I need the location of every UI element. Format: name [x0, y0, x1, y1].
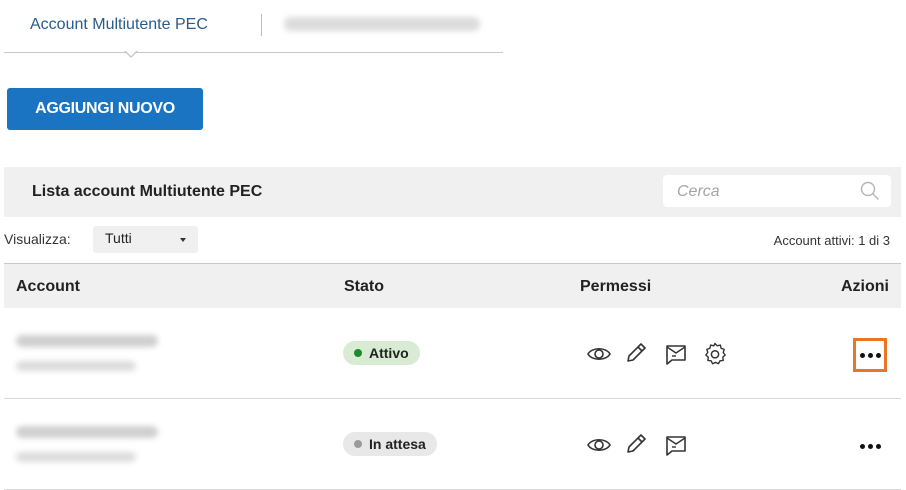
gear-icon: [705, 342, 726, 365]
more-actions-button[interactable]: [853, 429, 887, 463]
tab-bar: Account Multiutente PEC: [4, 0, 503, 58]
pencil-icon: [627, 434, 646, 453]
status-badge: Attivo: [343, 341, 420, 365]
tab-redacted[interactable]: [284, 17, 480, 31]
status-badge: In attesa: [343, 432, 437, 456]
column-header-account: Account: [16, 278, 80, 295]
filter-dropdown[interactable]: Tutti: [93, 226, 198, 253]
search-input[interactable]: [675, 181, 859, 203]
column-header-stato: Stato: [344, 278, 384, 295]
account-name-redacted: [16, 335, 158, 347]
tab-separator: [261, 14, 262, 36]
table-row: In attesa: [4, 399, 901, 490]
column-header-azioni: Azioni: [841, 278, 889, 295]
eye-icon: [587, 347, 611, 361]
list-header: Lista account Multiutente PEC: [4, 167, 901, 217]
account-id-redacted: [16, 361, 136, 371]
more-actions-button[interactable]: [853, 338, 887, 372]
search-box[interactable]: [663, 175, 891, 207]
filter-value: Tutti: [105, 230, 132, 246]
table-row: Attivo: [4, 308, 901, 399]
tab-account-multiutente-pec[interactable]: Account Multiutente PEC: [30, 16, 208, 34]
status-dot: [354, 349, 362, 357]
ellipsis-icon: [859, 352, 865, 358]
chevron-down-icon: [180, 238, 186, 242]
mail-icon: [666, 436, 686, 456]
account-name-redacted: [16, 426, 158, 438]
eye-icon: [587, 438, 611, 452]
ellipsis-dot: [867, 443, 873, 449]
pencil-icon: [627, 343, 646, 362]
ellipsis-icon: [859, 443, 865, 449]
ellipsis-dot: [875, 443, 881, 449]
ellipsis-dot: [867, 352, 873, 358]
active-accounts-count: Account attivi: 1 di 3: [773, 233, 890, 248]
ellipsis-dot: [875, 352, 881, 358]
status-dot: [354, 440, 362, 448]
status-label: In attesa: [369, 436, 426, 452]
list-title: Lista account Multiutente PEC: [32, 183, 263, 200]
account-id-redacted: [16, 452, 136, 462]
add-new-button[interactable]: AGGIUNGI NUOVO: [7, 88, 203, 130]
mail-icon: [666, 345, 686, 365]
status-label: Attivo: [369, 345, 409, 361]
search-icon[interactable]: [860, 181, 880, 201]
table-header: Account Stato Permessi Azioni: [4, 263, 901, 308]
column-header-permessi: Permessi: [580, 278, 652, 295]
filter-label: Visualizza:: [4, 231, 71, 247]
tab-active-indicator: [124, 50, 138, 58]
